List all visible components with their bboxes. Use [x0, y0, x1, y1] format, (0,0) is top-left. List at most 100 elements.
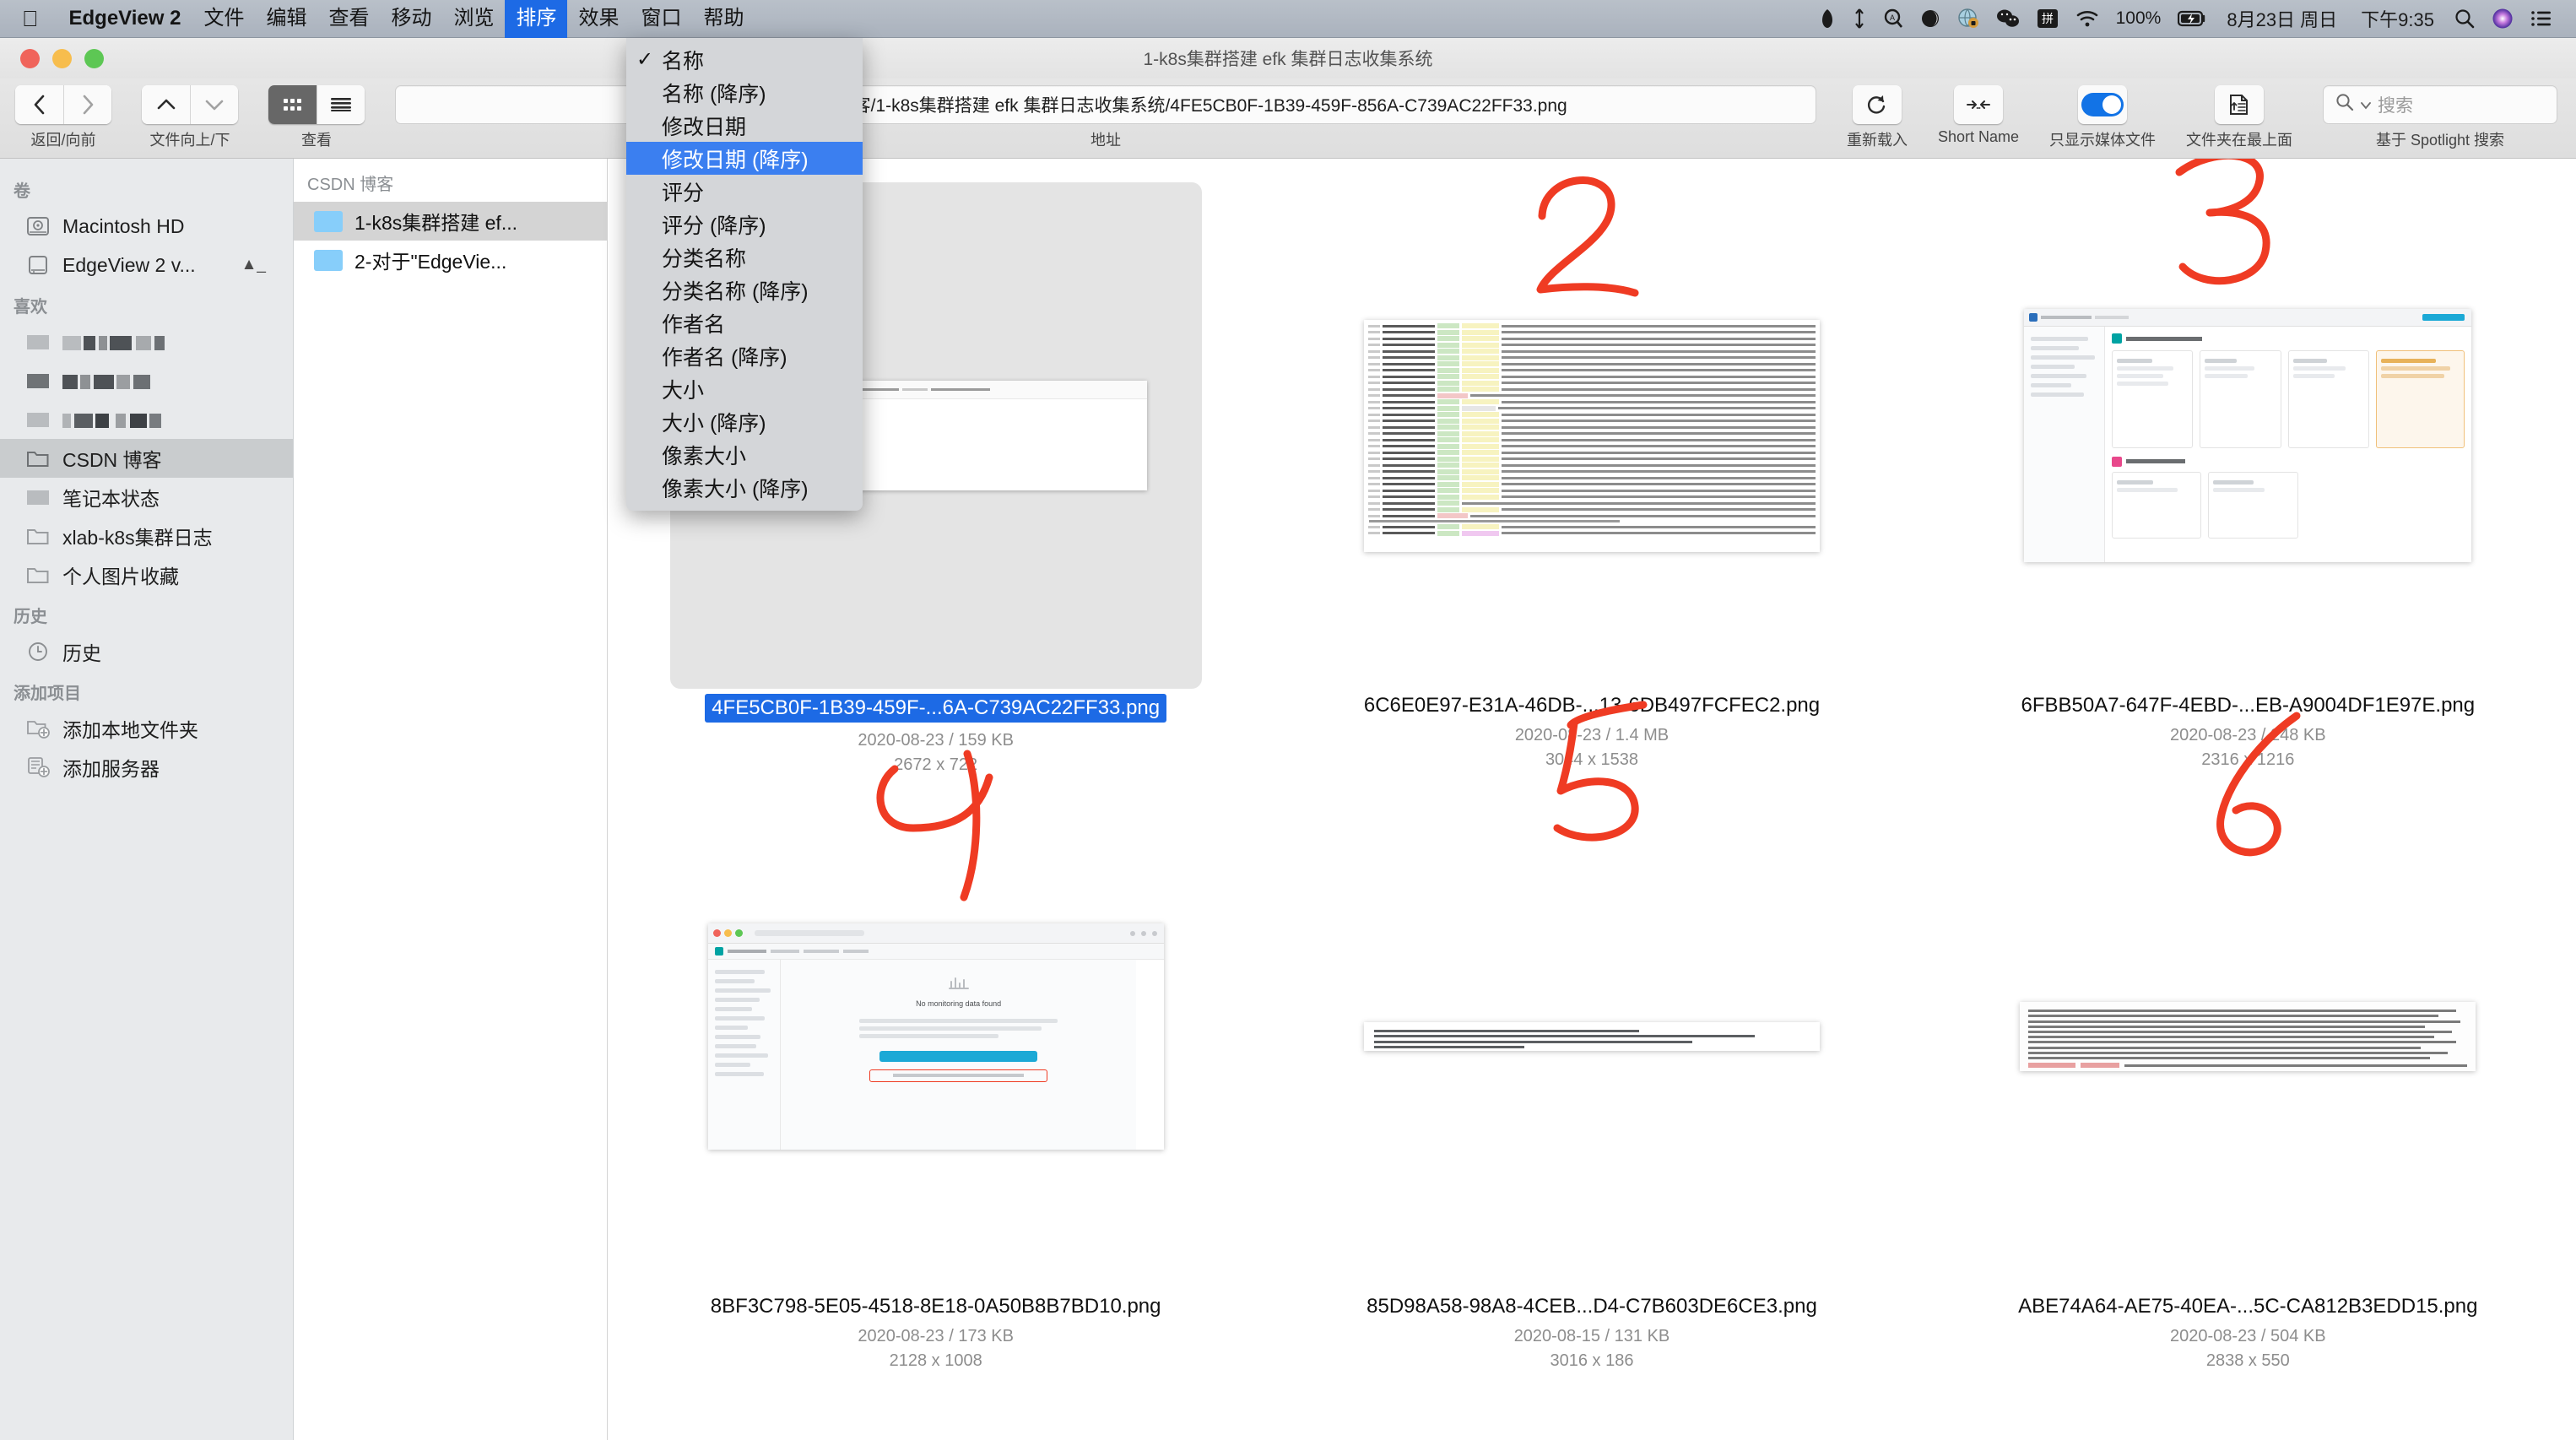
sidebar-item-label: EdgeView 2 v...	[62, 253, 196, 276]
app-name-menu[interactable]: EdgeView 2	[57, 7, 193, 30]
forward-button[interactable]	[63, 85, 111, 124]
thumbnail-image[interactable]	[1363, 1022, 1820, 1051]
sidebar-item-xlab-k8s-logs[interactable]: xlab-k8s集群日志	[0, 517, 293, 555]
sort-menu-item-6[interactable]: 分类名称	[626, 241, 863, 273]
thumbnail-image[interactable]	[2020, 1002, 2476, 1071]
arrows-updown-icon[interactable]	[1853, 8, 1866, 29]
spotlight-search-icon[interactable]	[2454, 8, 2475, 29]
sort-dropdown-menu[interactable]: ✓ 名称 名称 (降序) 修改日期 修改日期 (降序) 评分 评分 (降序) 分类名称 分类名称…	[626, 38, 863, 511]
folder-icon	[25, 525, 51, 547]
media-only-switch[interactable]	[2081, 93, 2124, 116]
sidebar-item-blurred-1[interactable]	[0, 322, 293, 361]
thumbnail-area[interactable]	[1264, 701, 1919, 1290]
folder-item-k8s-efk[interactable]: 1-k8s集群搭建 ef...	[294, 202, 607, 241]
file-name[interactable]: 85D98A58-98A8-4CEB...D4-C7B603DE6CE3.png	[1366, 1295, 1817, 1318]
file-cell[interactable]: 6C6E0E97-E31A-46DB-...13-6DB497FCFEC2.pn…	[1264, 174, 1919, 775]
close-window-button[interactable]	[20, 48, 40, 68]
sort-menu-item-label: 分类名称	[662, 246, 747, 271]
sort-menu-item-5[interactable]: 评分 (降序)	[626, 208, 863, 241]
alfred-icon[interactable]: A	[1883, 8, 1903, 29]
short-name-button[interactable]	[1953, 85, 2003, 124]
media-only-toggle[interactable]	[2078, 85, 2127, 124]
file-down-button[interactable]	[190, 85, 238, 124]
minimize-window-button[interactable]	[52, 48, 72, 68]
sidebar-item-add-local-folder[interactable]: 添加本地文件夹	[0, 709, 293, 748]
file-name[interactable]: 8BF3C798-5E05-4518-8E18-0A50B8B7BD10.png	[711, 1295, 1161, 1318]
menu-item-browse[interactable]: 浏览	[442, 0, 505, 38]
menu-item-view[interactable]: 查看	[317, 0, 380, 38]
sort-menu-item-12[interactable]: 像素大小	[626, 438, 863, 471]
sort-menu-item-2[interactable]: 修改日期	[626, 109, 863, 142]
sidebar-item-personal-photos[interactable]: 个人图片收藏	[0, 555, 293, 594]
list-view-button[interactable]	[317, 85, 365, 124]
search-input[interactable]: 搜索	[2323, 85, 2557, 124]
thumbnail-grid-container[interactable]: 4FE5CB0F-1B39-459F-...6A-C739AC22FF33.pn…	[608, 159, 2576, 1440]
maximize-window-button[interactable]	[84, 48, 104, 68]
sidebar-item-csdn-blog[interactable]: CSDN 博客	[0, 439, 293, 478]
sort-menu-item-13[interactable]: 像素大小 (降序)	[626, 471, 863, 504]
back-forward-segmented[interactable]	[15, 85, 111, 124]
moon-icon[interactable]	[1920, 8, 1940, 29]
sidebar-item-edgeview-volume[interactable]: EdgeView 2 v... ▲_	[0, 246, 293, 284]
sort-menu-item-4[interactable]: 评分	[626, 175, 863, 208]
file-name[interactable]: 6FBB50A7-647F-4EBD-...EB-A9004DF1E97E.pn…	[2021, 694, 2476, 717]
media-only-switch-knob	[2102, 95, 2121, 114]
eject-icon[interactable]: ▲_	[241, 256, 266, 274]
menu-item-file[interactable]: 文件	[192, 0, 255, 38]
globe-lock-icon[interactable]	[1957, 8, 1979, 30]
folder-item-edgeview[interactable]: 2-对于"EdgeVie...	[294, 241, 607, 279]
menu-item-edit[interactable]: 编辑	[255, 0, 317, 38]
file-cell[interactable]: ABE74A64-AE75-40EA-...5C-CA812B3EDD15.pn…	[1920, 712, 2576, 1376]
search-chevron-icon[interactable]	[2361, 95, 2371, 115]
sort-menu-item-11[interactable]: 大小 (降序)	[626, 405, 863, 438]
view-mode-segmented[interactable]	[268, 85, 365, 124]
sort-menu-item-7[interactable]: 分类名称 (降序)	[626, 273, 863, 306]
thumbnail-area[interactable]	[1920, 159, 2576, 689]
menu-item-window[interactable]: 窗口	[630, 0, 692, 38]
dropbox-icon[interactable]	[1819, 8, 1836, 29]
siri-icon[interactable]	[2492, 8, 2514, 30]
wifi-icon[interactable]	[2075, 9, 2099, 28]
file-cell[interactable]: 6FBB50A7-647F-4EBD-...EB-A9004DF1E97E.pn…	[1920, 159, 2576, 775]
sort-menu-item-9[interactable]: 作者名 (降序)	[626, 339, 863, 372]
apple-icon[interactable]: 	[22, 8, 39, 30]
back-button[interactable]	[15, 85, 63, 124]
sidebar-item-notebook-status[interactable]: 笔记本状态	[0, 478, 293, 517]
sidebar-item-blurred-3[interactable]	[0, 400, 293, 439]
reload-button[interactable]	[1852, 85, 1902, 124]
address-field[interactable]: Macintosh HD/.../CSDN 博客/1-k8s集群搭建 efk 集…	[395, 85, 1816, 124]
sort-menu-item-3[interactable]: 修改日期 (降序)	[626, 142, 863, 175]
sidebar-item-add-server[interactable]: 添加服务器	[0, 748, 293, 787]
file-updown-segmented[interactable]	[142, 85, 238, 124]
thumbnail-area[interactable]: No monitoring data found	[608, 750, 1264, 1290]
thumbnail-area[interactable]	[1264, 176, 1919, 689]
file-name[interactable]: 4FE5CB0F-1B39-459F-...6A-C739AC22FF33.pn…	[705, 694, 1167, 723]
file-cell[interactable]: No monitoring data found 8BF3C798-5E05-4…	[608, 750, 1264, 1376]
file-cell[interactable]: 85D98A58-98A8-4CEB...D4-C7B603DE6CE3.png…	[1264, 701, 1919, 1376]
thumbnail-image[interactable]	[2024, 309, 2472, 562]
file-up-button[interactable]	[142, 85, 190, 124]
wechat-icon[interactable]	[1996, 8, 2020, 29]
sort-menu-item-8[interactable]: 作者名	[626, 306, 863, 339]
thumbnail-area[interactable]	[1920, 712, 2576, 1290]
grid-view-button[interactable]	[268, 85, 317, 124]
control-center-icon[interactable]	[2530, 9, 2552, 28]
menu-item-sort[interactable]: 排序	[505, 0, 568, 38]
sidebar-item-macintosh-hd[interactable]: Macintosh HD	[0, 207, 293, 246]
sidebar-item-blurred-2[interactable]	[0, 361, 293, 400]
sidebar-item-history[interactable]: 历史	[0, 632, 293, 671]
thumbnail-image[interactable]	[1363, 319, 1820, 552]
sidebar-item-label: 个人图片收藏	[62, 566, 179, 587]
sort-menu-item-10[interactable]: 大小	[626, 372, 863, 405]
file-name[interactable]: ABE74A64-AE75-40EA-...5C-CA812B3EDD15.pn…	[2018, 1295, 2477, 1318]
menu-item-help[interactable]: 帮助	[692, 0, 755, 38]
folder-top-button[interactable]	[2215, 85, 2264, 124]
sort-menu-item-0[interactable]: ✓ 名称	[626, 43, 863, 76]
menu-item-effects[interactable]: 效果	[567, 0, 630, 38]
sort-menu-item-1[interactable]: 名称 (降序)	[626, 76, 863, 109]
battery-charging-icon[interactable]	[2178, 10, 2206, 27]
thumbnail-image[interactable]: No monitoring data found	[707, 923, 1164, 1150]
menu-item-move[interactable]: 移动	[380, 0, 442, 38]
file-name[interactable]: 6C6E0E97-E31A-46DB-...13-6DB497FCFEC2.pn…	[1364, 694, 1820, 717]
pinyin-input-icon[interactable]: 拼	[2037, 8, 2059, 30]
